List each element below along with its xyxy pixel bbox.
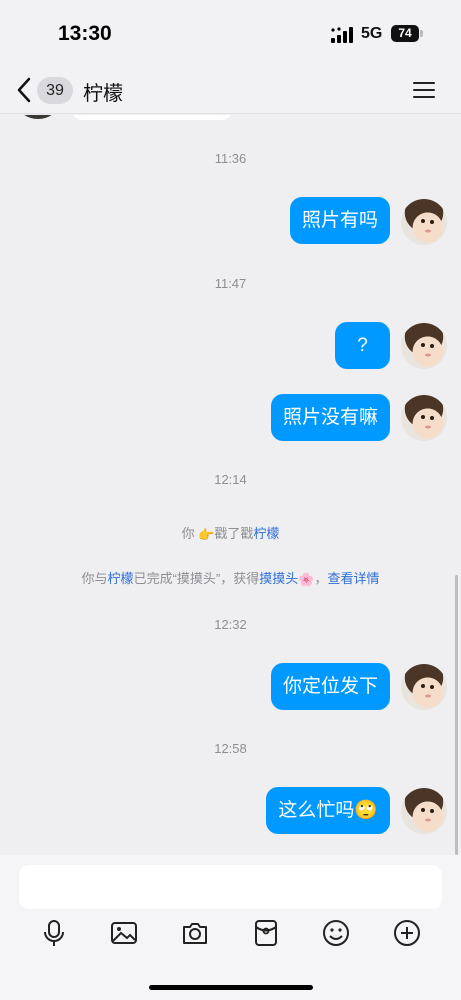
timestamp: 11:47 xyxy=(214,276,247,291)
chat-message-list[interactable]: 11:36 照片有吗 11:47 ? 照片没有嘛 12:14 你 👉戳了戳柠檬 … xyxy=(0,115,461,855)
pointing-hand-icon: 👉 xyxy=(198,526,215,542)
my-avatar[interactable] xyxy=(401,199,447,245)
eye-roll-emoji: 🙄 xyxy=(354,800,378,821)
plus-icon[interactable] xyxy=(392,918,422,948)
status-time: 13:30 xyxy=(58,22,112,45)
home-indicator xyxy=(149,985,313,990)
poke-target-link[interactable]: 柠檬 xyxy=(253,526,279,541)
my-avatar[interactable] xyxy=(401,395,447,441)
network-label: 5G xyxy=(361,25,383,42)
contact-avatar[interactable] xyxy=(18,115,58,119)
chat-title[interactable]: 柠檬 xyxy=(83,77,123,106)
achievement-notice: 你与柠檬已完成“摸摸头”，获得摸摸头🌸，查看详情 xyxy=(81,571,380,587)
message-bubble-partial[interactable] xyxy=(72,115,232,120)
message-bubble-sent[interactable]: ? xyxy=(335,322,390,369)
menu-icon[interactable] xyxy=(413,80,437,100)
timestamp: 11:36 xyxy=(214,151,247,166)
status-bar: 13:30 5G 74 xyxy=(0,0,461,66)
poke-notice: 你 👉戳了戳柠檬 xyxy=(181,526,280,542)
unread-count-badge[interactable]: 39 xyxy=(37,77,73,104)
message-bubble-sent[interactable]: 照片有吗 xyxy=(289,197,390,244)
red-packet-icon[interactable] xyxy=(251,918,281,948)
flower-icon: 🌸 xyxy=(298,571,315,587)
timestamp: 12:58 xyxy=(214,741,247,756)
my-avatar[interactable] xyxy=(401,323,447,369)
battery-icon: 74 xyxy=(391,25,423,42)
input-panel xyxy=(0,855,461,1000)
signal-icon xyxy=(331,27,353,43)
contact-name-link[interactable]: 柠檬 xyxy=(108,571,134,586)
message-input[interactable] xyxy=(19,865,442,909)
timestamp: 12:14 xyxy=(214,472,247,487)
my-avatar[interactable] xyxy=(401,788,447,834)
timestamp: 12:32 xyxy=(214,617,247,632)
emoji-icon[interactable] xyxy=(321,918,351,948)
message-bubble-sent[interactable]: 你定位发下 xyxy=(270,663,390,710)
microphone-icon[interactable] xyxy=(39,918,69,948)
badge-link[interactable]: 摸摸头 xyxy=(259,571,298,586)
camera-icon[interactable] xyxy=(180,918,210,948)
view-details-link[interactable]: 查看详情 xyxy=(327,571,379,586)
back-icon[interactable] xyxy=(14,76,34,104)
my-avatar[interactable] xyxy=(401,664,447,710)
scrollbar[interactable] xyxy=(455,575,458,855)
image-icon[interactable] xyxy=(109,918,139,948)
nav-bar: 39 柠檬 xyxy=(0,66,461,114)
message-bubble-sent[interactable]: 这么忙吗🙄 xyxy=(266,787,390,834)
message-bubble-sent[interactable]: 照片没有嘛 xyxy=(270,394,390,441)
battery-level: 74 xyxy=(391,25,419,42)
